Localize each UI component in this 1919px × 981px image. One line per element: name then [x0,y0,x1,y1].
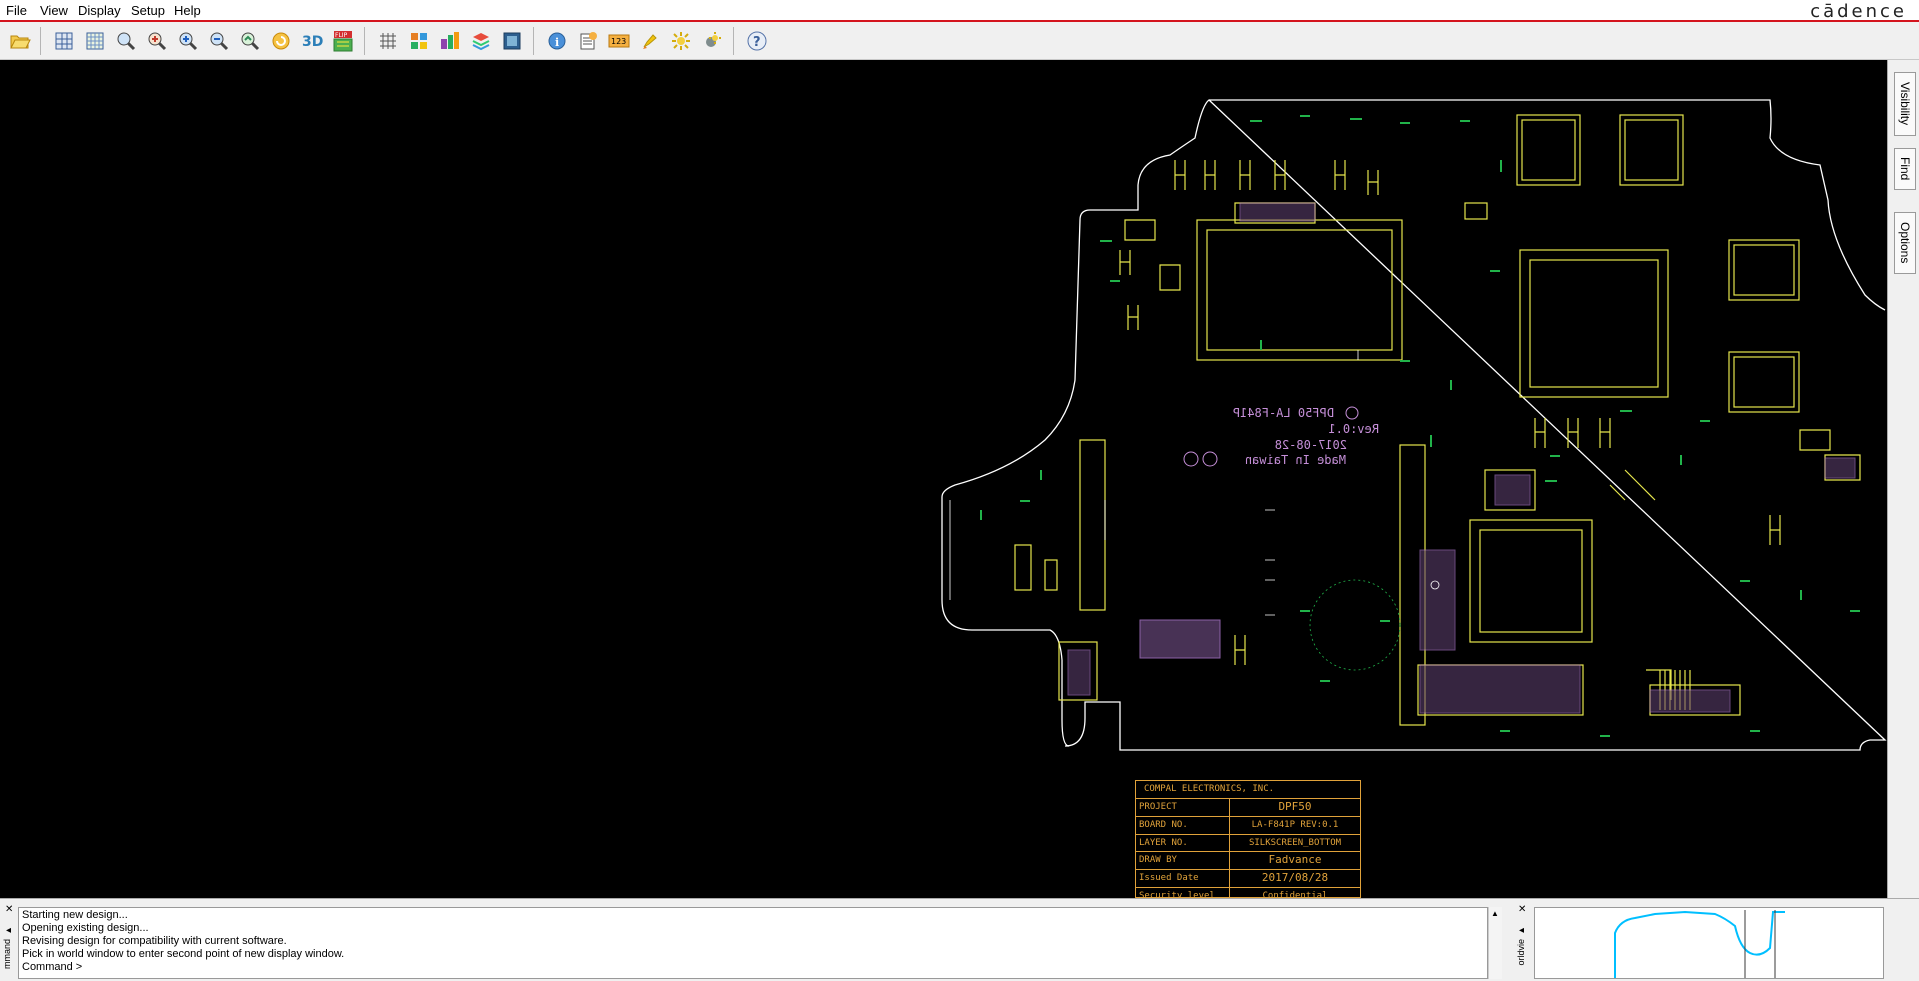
title-block-value: Confidential [1262,890,1328,898]
menu-file[interactable]: File [6,3,27,18]
pad-regions [1067,202,1856,714]
number-123-icon[interactable]: 123 [607,29,631,53]
svg-text:123: 123 [611,37,626,46]
menu-help[interactable]: Help [174,3,201,18]
layers-icon[interactable] [407,29,431,53]
command-prompt: Command > [22,961,83,973]
title-block-row: LAYER NO. SILKSCREEN_BOTTOM [1136,834,1360,853]
3d-view-icon[interactable]: 3D [300,29,324,53]
toolbar-separator [364,27,365,55]
command-console[interactable]: Starting new design... Opening existing … [18,907,1488,979]
tab-find[interactable]: Find [1894,148,1916,190]
title-block-label: Security level [1136,887,1230,898]
title-block-value: SILKSCREEN_BOTTOM [1248,837,1342,848]
command-panel-handle: ✕ ◂ mmand [0,899,18,979]
console-line: Pick in world window to enter second poi… [22,948,345,960]
bottom-panels: ✕ ◂ mmand Starting new design... Opening… [0,898,1919,979]
title-block-row: Security level Confidential [1136,887,1360,898]
grid-layout-icon[interactable] [52,29,76,53]
info-icon[interactable]: i [545,29,569,53]
grid-pattern-icon[interactable] [83,29,107,53]
title-block-row: BOARD NO. LA-F841P REV:0.1 [1136,816,1360,835]
title-block-company: COMPAL ELECTRONICS, INC. [1136,781,1360,799]
marking-line3: 2017-08-28 [1275,438,1347,452]
world-view-window[interactable] [1534,907,1884,979]
toolbar: 3D FLIP i 123 ? [0,22,1919,60]
console-line: Opening existing design... [22,922,149,934]
worldview-panel-label: orldvie [1516,939,1526,966]
console-scrollbar[interactable]: ▲ [1488,907,1502,979]
color-layers-icon[interactable] [438,29,462,53]
title-block-value: Fadvance [1268,853,1322,867]
toolbar-separator [40,27,41,55]
title-block-value: DPF50 [1278,800,1312,813]
title-block-value: 2017/08/28 [1261,871,1329,885]
marking-line4: Made In Taiwan [1245,453,1346,467]
stack-icon[interactable] [469,29,493,53]
arrow-left-icon[interactable]: ◂ [6,925,11,936]
zoom-in-alt-icon[interactable] [176,29,200,53]
title-block-label: BOARD NO. [1136,816,1230,834]
marking-line2: Rev:0.1 [1328,422,1379,436]
toolbar-separator [533,27,534,55]
worldview-panel-handle: ✕ ◂ orldvie [1512,899,1534,979]
title-block-label: Issued Date [1136,870,1230,887]
svg-text:3D: 3D [302,34,323,50]
title-block-row: Issued Date 2017/08/28 [1136,870,1360,888]
zoom-fit-icon[interactable] [114,29,138,53]
arrow-left-icon[interactable]: ◂ [1519,925,1524,936]
ul-logo [1202,451,1218,467]
title-block-value: LA-F841P REV:0.1 [1251,819,1339,830]
grid-toggle-icon[interactable] [376,29,400,53]
title-block-row: DRAW BY Fadvance [1136,852,1360,871]
zoom-out-icon[interactable] [207,29,231,53]
title-block-label: PROJECT [1136,799,1230,816]
title-block: COMPAL ELECTRONICS, INC. PROJECT DPF50 BOA… [1135,780,1361,898]
cadence-logo: cādence [1810,1,1907,22]
title-block-row: PROJECT DPF50 [1136,799,1360,817]
tab-options[interactable]: Options [1894,212,1916,274]
report-icon[interactable] [576,29,600,53]
world-view-outline [1614,910,1785,978]
design-canvas[interactable]: DPF50 LA-F841P Rev:0.1 2017-08-28 Made I… [0,60,1887,898]
tab-visibility[interactable]: Visibility [1894,72,1916,136]
console-line: Revising design for compatibility with c… [22,935,287,947]
command-panel-label: mmand [2,939,12,970]
highlight-brush-icon[interactable] [638,29,662,53]
console-line: Starting new design... [22,909,128,921]
svg-text:i: i [555,36,559,49]
zoom-previous-icon[interactable] [238,29,262,53]
close-worldview-icon[interactable]: ✕ [1518,904,1526,915]
menu-view[interactable]: View [40,3,68,18]
board-icon[interactable] [500,29,524,53]
scroll-up-icon[interactable]: ▲ [1491,909,1499,918]
brightness-icon[interactable] [669,29,693,53]
help-icon[interactable]: ? [745,29,769,53]
menu-setup[interactable]: Setup [131,3,165,18]
side-panel-tabs: Visibility Find Options [1887,60,1919,898]
toolbar-separator [733,27,734,55]
svg-text:FLIP: FLIP [335,32,348,39]
svg-text:?: ? [753,35,761,50]
zoom-in-icon[interactable] [145,29,169,53]
shadow-toggle-icon[interactable] [700,29,724,53]
marking-logo [1345,406,1359,420]
flip-icon[interactable]: FLIP [331,29,355,53]
pcb-layout-view: DPF50 LA-F841P Rev:0.1 2017-08-28 Made I… [941,99,1887,751]
open-folder-icon[interactable] [8,29,32,53]
title-block-label: LAYER NO. [1136,834,1230,852]
close-command-icon[interactable]: ✕ [5,904,13,915]
menu-display[interactable]: Display [78,3,121,18]
marking-line1: DPF50 LA-F841P [1233,406,1334,420]
recycle-logo [1183,451,1199,467]
title-block-label: DRAW BY [1136,852,1230,870]
menu-bar: File View Display Setup Help cādence [0,0,1919,22]
refresh-icon[interactable] [269,29,293,53]
